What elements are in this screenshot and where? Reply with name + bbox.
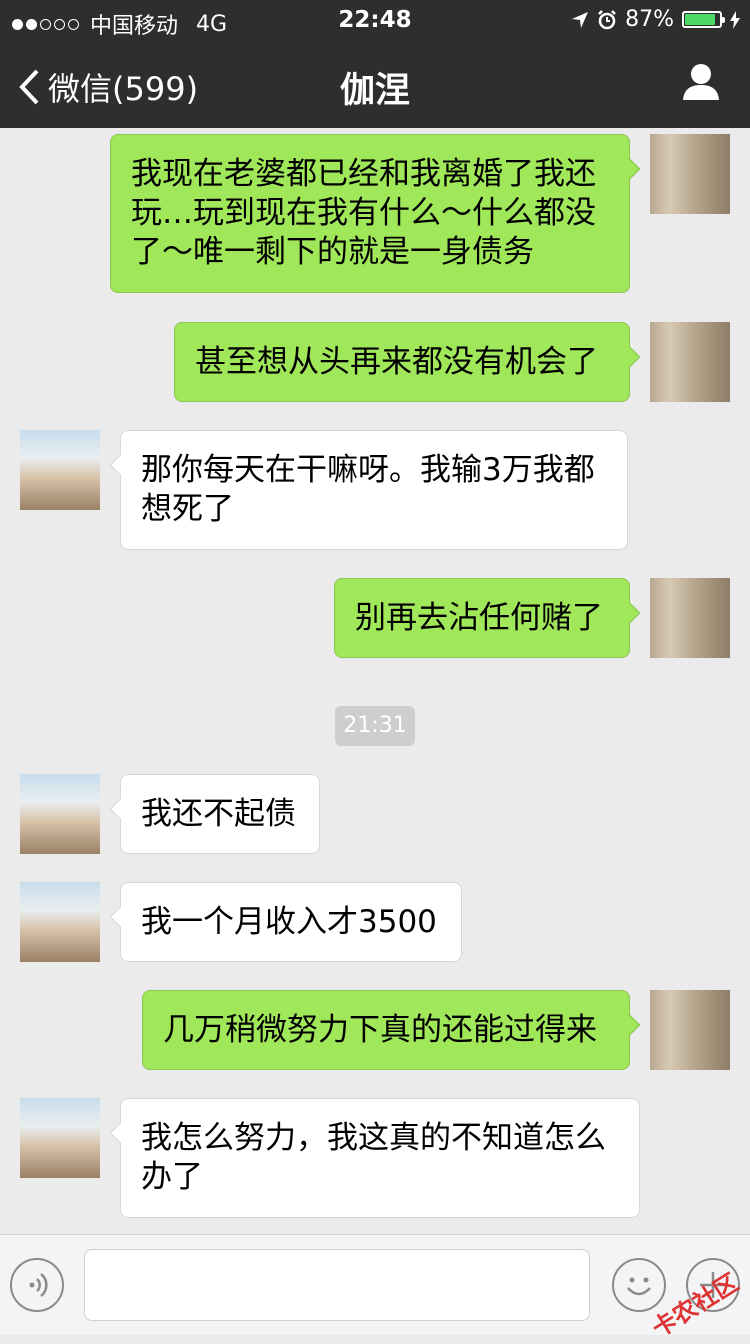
message-bubble-received[interactable]: 我还不起债 [109, 774, 320, 854]
my-avatar[interactable] [650, 134, 730, 214]
voice-button[interactable] [10, 1258, 64, 1312]
message-text: 我怎么努力，我这真的不知道怎么办了 [141, 1120, 606, 1195]
message-text: 几万稍微努力下真的还能过得来 [163, 1012, 597, 1048]
contact-avatar[interactable] [20, 430, 100, 510]
message-text: 那你每天在干嘛呀。我输3万我都想死了 [141, 452, 595, 527]
message-bubble-sent[interactable]: 甚至想从头再来都没有机会了 [174, 322, 641, 402]
nav-bar: 微信(599) 伽涅 [0, 40, 750, 128]
message-text: 我现在老婆都已经和我离婚了我还玩…玩到现在我有什么～什么都没了～唯一剩下的就是一… [131, 156, 596, 270]
alarm-clock-icon [598, 9, 616, 29]
message-bubble-sent[interactable]: 别再去沾任何赌了 [334, 578, 641, 658]
contact-avatar[interactable] [20, 882, 100, 962]
voice-icon [29, 1273, 48, 1297]
message-text: 我一个月收入才3500 [141, 904, 437, 940]
status-bar: 中国移动 4G 22:48 87% [0, 0, 750, 40]
message-bubble-sent[interactable]: 我现在老婆都已经和我离婚了我还玩…玩到现在我有什么～什么都没了～唯一剩下的就是一… [110, 134, 641, 293]
message-bubble-received[interactable]: 我一个月收入才3500 [109, 882, 462, 962]
back-label: 微信(599) [48, 70, 199, 108]
my-avatar[interactable] [650, 578, 730, 658]
message-bubble-received[interactable]: 那你每天在干嘛呀。我输3万我都想死了 [109, 430, 628, 550]
battery-percent: 87% [625, 7, 674, 32]
profile-button[interactable] [682, 62, 720, 104]
back-button[interactable]: 微信(599) [18, 64, 198, 110]
contact-avatar[interactable] [20, 774, 100, 854]
message-input[interactable] [84, 1249, 590, 1321]
location-arrow-icon [572, 11, 589, 28]
message-text: 我还不起债 [141, 796, 296, 832]
battery-icon [682, 11, 725, 28]
charging-bolt-icon [730, 10, 740, 29]
battery-level [685, 14, 715, 25]
my-avatar[interactable] [650, 990, 730, 1070]
status-right: 87% [571, 7, 740, 32]
input-toolbar: 卡农社区 [0, 1234, 750, 1343]
timestamp: 21:31 [335, 706, 415, 746]
message-bubble-received[interactable]: 我怎么努力，我这真的不知道怎么办了 [109, 1098, 640, 1218]
my-avatar[interactable] [650, 322, 730, 402]
message-bubble-sent[interactable]: 几万稍微努力下真的还能过得来 [142, 990, 641, 1070]
contact-avatar[interactable] [20, 1098, 100, 1178]
chevron-left-icon [19, 69, 39, 105]
emoji-icon [627, 1277, 651, 1296]
message-text: 甚至想从头再来都没有机会了 [195, 344, 598, 380]
message-text: 别再去沾任何赌了 [355, 600, 603, 636]
person-icon [683, 64, 719, 100]
